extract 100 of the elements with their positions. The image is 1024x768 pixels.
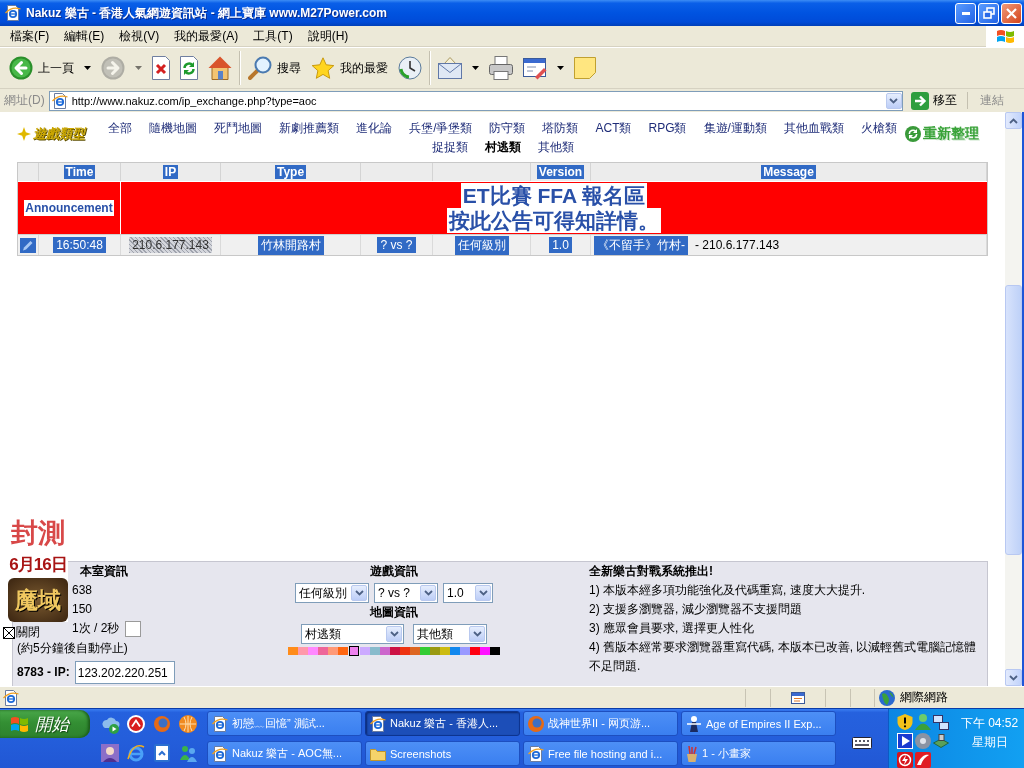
close-button[interactable]	[1001, 2, 1022, 24]
announcement-text: ET比賽 FFA 報名區	[460, 183, 648, 208]
taskbar-button[interactable]: Age of Empires II Exp...	[681, 711, 836, 736]
play-icon[interactable]	[897, 733, 913, 749]
section-title: 遊戲資訊	[370, 563, 418, 580]
close-link[interactable]: 關閉	[3, 626, 40, 639]
color-swatch[interactable]	[338, 647, 348, 655]
address-field[interactable]: http://www.nakuz.com/ip_exchange.php?type=aoc	[48, 90, 903, 111]
history-button[interactable]	[395, 54, 425, 82]
stop-button[interactable]	[149, 54, 173, 82]
restore-button[interactable]	[978, 2, 999, 24]
color-swatch[interactable]	[298, 647, 308, 655]
category-link[interactable]: 其他類	[537, 139, 574, 155]
color-swatch[interactable]	[360, 647, 370, 655]
page-arrow-icon[interactable]	[154, 743, 170, 762]
taskbar-button[interactable]: 初戀﹏回憶” 測試...	[207, 711, 362, 736]
dropdown-button[interactable]	[885, 92, 902, 109]
dropdown[interactable]: 其他類	[413, 624, 487, 644]
category-link[interactable]: 塔防類	[542, 120, 579, 136]
category-link[interactable]: 集遊/運動類	[703, 120, 767, 136]
menu-item[interactable]: 我的最愛(A)	[174, 27, 239, 45]
color-swatch[interactable]	[480, 647, 490, 655]
dropdown[interactable]: ? vs ?	[374, 583, 438, 603]
color-swatch[interactable]	[328, 647, 338, 655]
ip-field[interactable]: 123.202.220.251	[74, 661, 175, 684]
color-swatch[interactable]	[349, 646, 359, 656]
color-swatch[interactable]	[390, 647, 400, 655]
globe-icon[interactable]	[154, 715, 170, 732]
window-icon	[791, 691, 805, 704]
category-link[interactable]: 隨機地圖	[149, 120, 198, 136]
category-link[interactable]: 兵堡/爭堡類	[409, 120, 473, 136]
note-button[interactable]	[571, 55, 599, 81]
category-link[interactable]: RPG類	[648, 120, 687, 136]
color-swatch[interactable]	[490, 647, 500, 655]
avatar-icon[interactable]	[101, 743, 119, 762]
color-swatch[interactable]	[420, 647, 430, 655]
keyboard-icon[interactable]	[852, 736, 872, 749]
taskbar-button[interactable]: 战神世界II - 网页游...	[523, 711, 678, 736]
color-swatch[interactable]	[470, 647, 480, 655]
taskbar-button[interactable]: Screenshots	[365, 741, 520, 766]
announcement-label[interactable]: Announcement	[24, 200, 114, 216]
color-swatch[interactable]	[440, 647, 450, 655]
color-swatch[interactable]	[400, 647, 410, 655]
color-swatch[interactable]	[450, 647, 460, 655]
category-link[interactable]: 全部	[108, 120, 133, 136]
taskbar-button[interactable]: Nakuz 樂古 - 香港人...	[365, 711, 520, 736]
shield-icon[interactable]	[897, 714, 913, 730]
taskbar-button[interactable]: 1 - 小畫家	[681, 741, 836, 766]
color-swatch[interactable]	[370, 647, 380, 655]
back-button[interactable]: 上一頁	[6, 54, 94, 82]
announcement-banner[interactable]: ET比賽 FFA 報名區 按此公告可得知詳情。	[121, 182, 987, 234]
menu-item[interactable]: 工具(T)	[253, 27, 293, 45]
category-link[interactable]: 死鬥地圖	[214, 120, 263, 136]
device-icon[interactable]	[933, 734, 949, 748]
house-icon	[208, 56, 232, 80]
color-swatch[interactable]	[288, 647, 298, 655]
brush-cup-icon	[686, 745, 698, 762]
category-link[interactable]: 其他血戰類	[783, 120, 844, 136]
mail-button[interactable]	[435, 55, 482, 81]
monitors-icon[interactable]	[933, 714, 949, 730]
people-icon[interactable]	[179, 743, 197, 762]
menu-item[interactable]: 說明(H)	[307, 27, 349, 45]
taskbar-button[interactable]: Nakuz 樂古 - AOC無...	[207, 741, 362, 766]
category-link[interactable]: 防守類	[489, 120, 526, 136]
color-swatch[interactable]	[430, 647, 440, 655]
color-swatch[interactable]	[380, 647, 390, 655]
category-link[interactable]: 火槍類	[860, 120, 897, 136]
color-swatch[interactable]	[308, 647, 318, 655]
category-link[interactable]: 捉捉類	[431, 139, 468, 155]
favorites-button[interactable]: 我的最愛	[308, 55, 391, 81]
menu-item[interactable]: 編輯(E)	[64, 27, 105, 45]
color-swatch[interactable]	[410, 647, 420, 655]
color-swatch[interactable]	[318, 647, 328, 655]
menu-item[interactable]: 檢視(V)	[119, 27, 160, 45]
taskbar-button[interactable]: Free file hosting and i...	[523, 741, 678, 766]
dropdown[interactable]: 村逃類	[301, 624, 404, 644]
scroll-up-button[interactable]	[1005, 112, 1022, 129]
category-link[interactable]: 進化論	[356, 120, 393, 136]
ring-swoosh-icon[interactable]	[127, 743, 145, 762]
category-link[interactable]: 新劇推薦類	[279, 120, 340, 136]
scroll-thumb[interactable]	[1005, 285, 1022, 555]
menu-item[interactable]: 檔案(F)	[10, 27, 50, 45]
refresh-button[interactable]	[177, 54, 201, 82]
disc-chevron-icon[interactable]	[127, 714, 145, 733]
print-button[interactable]	[486, 54, 516, 82]
category-link[interactable]: 村逃類	[484, 139, 521, 155]
ball-icon[interactable]	[179, 714, 197, 733]
checkbox[interactable]	[125, 620, 142, 637]
category-link[interactable]: ACT類	[595, 120, 632, 136]
start-button[interactable]: 開始	[0, 710, 90, 738]
pencil-icon[interactable]	[20, 237, 36, 253]
color-swatch[interactable]	[460, 647, 470, 655]
dropdown[interactable]: 任何級別	[295, 583, 369, 603]
lightning-tile-icon[interactable]	[897, 752, 913, 768]
minimize-button[interactable]	[955, 2, 976, 24]
search-button[interactable]: 搜尋	[245, 54, 304, 82]
swoosh-tile-icon[interactable]	[915, 752, 931, 768]
scroll-down-button[interactable]	[1005, 669, 1022, 686]
dropdown[interactable]: 1.0	[443, 583, 493, 603]
go-button[interactable]: 移至	[906, 91, 963, 110]
